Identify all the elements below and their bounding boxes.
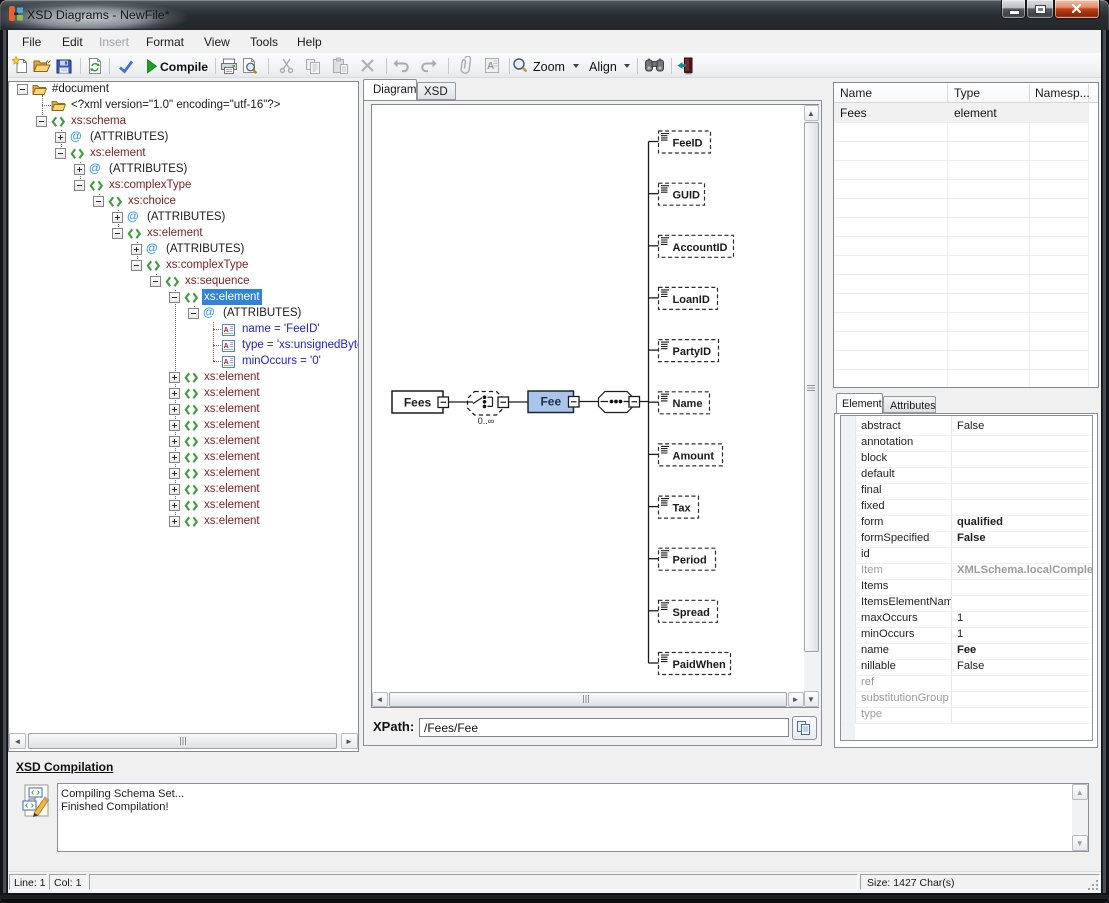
svg-text:A: A (224, 343, 229, 350)
svg-text:PartyID: PartyID (672, 346, 711, 358)
svg-text:Amount: Amount (672, 450, 714, 462)
svg-text:Spread: Spread (672, 606, 709, 618)
svg-text:PaidWhen: PaidWhen (672, 659, 725, 671)
svg-text:FeeID: FeeID (672, 137, 702, 149)
svg-text:Fees: Fees (403, 395, 431, 409)
svg-text:Fee: Fee (540, 394, 561, 408)
svg-text:0..∞: 0..∞ (477, 416, 493, 426)
svg-text:A: A (487, 61, 494, 72)
svg-text:AccountID: AccountID (672, 241, 727, 253)
svg-text:A: A (224, 327, 229, 334)
svg-text:GUID: GUID (672, 189, 700, 201)
svg-text:Tax: Tax (672, 502, 691, 514)
svg-text:Name: Name (672, 398, 702, 410)
svg-text:LoanID: LoanID (672, 293, 709, 305)
svg-text:Period: Period (672, 554, 706, 566)
svg-text:A: A (224, 359, 229, 366)
